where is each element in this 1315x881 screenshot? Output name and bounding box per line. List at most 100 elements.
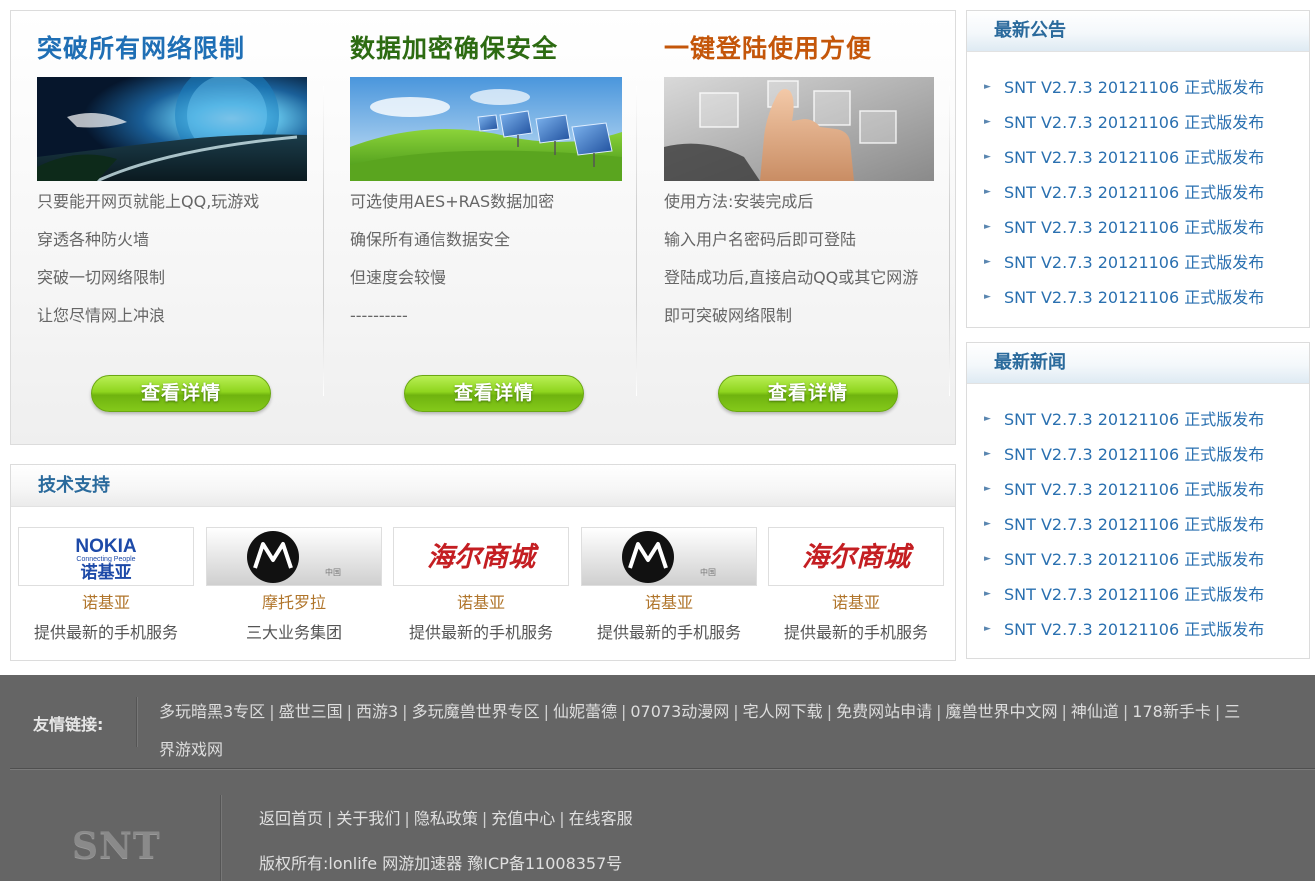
arrow-right-icon: ► [984, 222, 991, 232]
list-item[interactable]: ► SNT V2.7.3 20121106 正式版发布 [967, 472, 1309, 507]
footer-link-recharge[interactable]: 充值中心 [491, 809, 555, 828]
footer-nav: 返回首页 | 关于我们 | 隐私政策 | 充值中心 | 在线客服 [259, 809, 633, 828]
nokia-logo[interactable]: NOKIA Connecting People 诺基亚 [18, 527, 194, 586]
list-item[interactable]: ► SNT V2.7.3 20121106 正式版发布 [967, 70, 1309, 105]
feature-line: 突破一切网络限制 [37, 268, 166, 287]
svg-text:Connecting People: Connecting People [76, 556, 135, 563]
touch-screen-hand-image [664, 77, 934, 181]
view-details-button[interactable]: 查看详情 [91, 375, 271, 412]
partner-desc: 提供最新的手机服务 [33, 623, 178, 642]
list-item[interactable]: ► SNT V2.7.3 20121106 正式版发布 [967, 542, 1309, 577]
svg-text:海尔商城: 海尔商城 [802, 542, 914, 573]
partner-card: 海尔商城 诺基亚 提供最新的手机服务 [393, 527, 569, 644]
list-item[interactable]: ► SNT V2.7.3 20121106 正式版发布 [967, 402, 1309, 437]
friend-link[interactable]: 盛世三国 [279, 702, 343, 721]
svg-text:中国: 中国 [325, 567, 341, 577]
news-header: 最新新闻 [967, 343, 1309, 384]
footer-link-support[interactable]: 在线客服 [569, 809, 633, 828]
snt-logo: SNT [72, 825, 161, 867]
feature-title: 数据加密确保安全 [350, 34, 559, 63]
friend-link[interactable]: 178新手卡 [1132, 702, 1211, 721]
announcements-title: 最新公告 [994, 20, 1066, 41]
partner-card: 海尔商城 诺基亚 提供最新的手机服务 [768, 527, 944, 644]
svg-text:诺基亚: 诺基亚 [81, 562, 132, 583]
friend-link[interactable]: 多玩暗黑3专区 [159, 702, 265, 721]
friend-link[interactable]: 魔兽世界中文网 [945, 702, 1057, 721]
copyright-text: 版权所有:lonlife 网游加速器 豫ICP备11008357号 [259, 854, 623, 873]
list-item[interactable]: ► SNT V2.7.3 20121106 正式版发布 [967, 245, 1309, 280]
partner-desc: 提供最新的手机服务 [408, 623, 553, 642]
feature-line: 登陆成功后,直接启动QQ或其它网游 [664, 268, 919, 287]
friend-link[interactable]: 07073动漫网 [630, 702, 729, 721]
tech-support-panel: 技术支持 NOKIA Connecting People 诺基亚 诺基亚 提供最… [10, 464, 956, 661]
arrow-right-icon: ► [984, 82, 991, 92]
svg-text:中国: 中国 [700, 567, 716, 577]
friend-link[interactable]: 免费网站申请 [836, 702, 932, 721]
arrow-right-icon: ► [984, 152, 991, 162]
footer-divider [10, 768, 1315, 769]
svg-text:NOKIA: NOKIA [75, 536, 137, 557]
svg-text:海尔商城: 海尔商城 [427, 542, 539, 573]
feature-one-click-login: 一键登陆使用方便 使用方法:安装完成后 输入用户名密码后即可登陆 登陆成功后,直… [664, 11, 954, 446]
list-item[interactable]: ► SNT V2.7.3 20121106 正式版发布 [967, 612, 1309, 647]
partner-name[interactable]: 诺基亚 [393, 592, 569, 614]
news-title: 最新新闻 [994, 352, 1066, 373]
feature-line: 可选使用AES+RAS数据加密 [350, 192, 555, 211]
arrow-right-icon: ► [984, 624, 991, 634]
list-item[interactable]: ► SNT V2.7.3 20121106 正式版发布 [967, 437, 1309, 472]
list-item[interactable]: ► SNT V2.7.3 20121106 正式版发布 [967, 175, 1309, 210]
footer-link-privacy[interactable]: 隐私政策 [414, 809, 478, 828]
list-item[interactable]: ► SNT V2.7.3 20121106 正式版发布 [967, 210, 1309, 245]
friend-link[interactable]: 多玩魔兽世界专区 [412, 702, 540, 721]
divider [136, 697, 137, 747]
partner-desc: 提供最新的手机服务 [596, 623, 741, 642]
list-item[interactable]: ► SNT V2.7.3 20121106 正式版发布 [967, 140, 1309, 175]
friend-link[interactable]: 西游3 [356, 702, 398, 721]
earth-globe-image [37, 77, 307, 181]
arrow-right-icon: ► [984, 187, 991, 197]
list-item[interactable]: ► SNT V2.7.3 20121106 正式版发布 [967, 105, 1309, 140]
list-item[interactable]: ► SNT V2.7.3 20121106 正式版发布 [967, 577, 1309, 612]
solar-panel-field-image [350, 77, 622, 181]
feature-data-encryption: 数据加密确保安全 可选使用AES+RAS数据加密 确保所有通信数据安全 但速度会… [350, 11, 640, 446]
haier-mall-logo[interactable]: 海尔商城 [393, 527, 569, 586]
feature-lines: 可选使用AES+RAS数据加密 确保所有通信数据安全 但速度会较慢 ------… [350, 189, 640, 341]
friend-links: 多玩暗黑3专区 | 盛世三国 | 西游3 | 多玩魔兽世界专区 | 仙妮蕾德 | 07073动漫网 |… [159, 702, 1241, 759]
feature-line: 穿透各种防火墙 [37, 230, 150, 249]
arrow-right-icon: ► [984, 257, 991, 267]
view-details-button[interactable]: 查看详情 [718, 375, 898, 412]
footer-link-home[interactable]: 返回首页 [259, 809, 323, 828]
friend-link[interactable]: 宅人网下载 [743, 702, 823, 721]
page: 突破所有网络限制 只要能开网页就能上QQ,玩游戏 穿透各种防火墙 突破一切网络限… [0, 0, 1315, 881]
divider [220, 795, 221, 881]
arrow-right-icon: ► [984, 292, 991, 302]
partner-name[interactable]: 诺基亚 [18, 592, 194, 614]
list-item[interactable]: ► SNT V2.7.3 20121106 正式版发布 [967, 280, 1309, 315]
feature-line: 但速度会较慢 [350, 268, 447, 287]
partner-name[interactable]: 诺基亚 [581, 592, 757, 614]
tech-support-title: 技术支持 [38, 475, 110, 496]
feature-line: 只要能开网页就能上QQ,玩游戏 [37, 192, 260, 211]
motorola-logo[interactable]: 中国 [581, 527, 757, 586]
haier-mall-logo[interactable]: 海尔商城 [768, 527, 944, 586]
list-item[interactable]: ► SNT V2.7.3 20121106 正式版发布 [967, 507, 1309, 542]
arrow-right-icon: ► [984, 554, 991, 564]
announcements-list: ► SNT V2.7.3 20121106 正式版发布 ► SNT V2.7.3 2… [967, 52, 1309, 315]
friend-links-label: 友情链接: [33, 715, 104, 734]
footer-link-about[interactable]: 关于我们 [336, 809, 400, 828]
arrow-right-icon: ► [984, 414, 991, 424]
friend-link[interactable]: 仙妮蕾德 [553, 702, 617, 721]
friend-link[interactable]: 神仙道 [1071, 702, 1119, 721]
partner-name[interactable]: 摩托罗拉 [206, 592, 382, 614]
partner-desc: 三大业务集团 [245, 623, 342, 642]
motorola-logo[interactable]: 中国 [206, 527, 382, 586]
partner-name[interactable]: 诺基亚 [768, 592, 944, 614]
features-panel: 突破所有网络限制 只要能开网页就能上QQ,玩游戏 穿透各种防火墙 突破一切网络限… [10, 10, 956, 445]
feature-lines: 只要能开网页就能上QQ,玩游戏 穿透各种防火墙 突破一切网络限制 让您尽情网上冲… [37, 189, 327, 341]
partner-card: 中国 摩托罗拉 三大业务集团 [206, 527, 382, 644]
footer: 友情链接: 多玩暗黑3专区 | 盛世三国 | 西游3 | 多玩魔兽世界专区 | 仙妮蕾德 | 070… [0, 675, 1315, 881]
announcements-box: 最新公告 ► SNT V2.7.3 20121106 正式版发布 ► SNT V2.… [966, 10, 1310, 328]
view-details-button[interactable]: 查看详情 [404, 375, 584, 412]
feature-network-freedom: 突破所有网络限制 只要能开网页就能上QQ,玩游戏 穿透各种防火墙 突破一切网络限… [37, 11, 327, 446]
feature-line: 输入用户名密码后即可登陆 [664, 230, 857, 249]
